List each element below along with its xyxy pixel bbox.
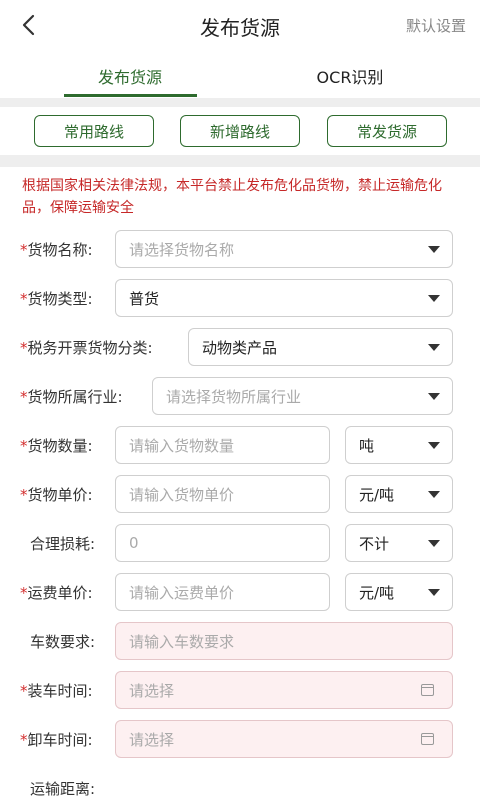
calendar-icon [421,733,434,745]
dropdown-arrow-icon [428,589,440,596]
frequent-cargo-button[interactable]: 常发货源 [327,115,447,147]
cargo-type-select[interactable]: 普货 [115,279,453,317]
load-time-picker[interactable]: 请选择 [115,671,453,709]
loss-unit-select[interactable]: 不计 [345,524,453,562]
add-route-button[interactable]: 新增路线 [180,115,300,147]
load-time-label: *装车时间: [20,682,93,700]
truck-count-label: 车数要求: [30,633,96,651]
loss-input[interactable]: 0 [115,524,330,562]
warning-text: 根据国家相关法律法规，本平台禁止发布危化品货物，禁止运输危化品，保障运输安全 [22,178,442,216]
tax-class-label: *税务开票货物分类: [20,339,153,357]
cargo-name-select[interactable]: 请选择货物名称 [115,230,453,268]
dropdown-arrow-icon [428,344,440,351]
tab-bar: 发布货源 OCR识别 [0,52,480,98]
quantity-label: *货物数量: [20,437,93,455]
unload-time-label: *卸车时间: [20,731,93,749]
dropdown-arrow-icon [428,491,440,498]
freight-price-unit-select[interactable]: 元/吨 [345,573,453,611]
tab-ocr[interactable]: OCR识别 [240,64,460,88]
dropdown-arrow-icon [428,295,440,302]
unit-price-unit-select[interactable]: 元/吨 [345,475,453,513]
cargo-type-label: *货物类型: [20,290,93,308]
unload-time-picker[interactable]: 请选择 [115,720,453,758]
active-tab-indicator [64,94,197,97]
freight-price-label: *运费单价: [20,584,93,602]
divider [0,98,480,107]
unit-price-input[interactable]: 请输入货物单价 [115,475,330,513]
cargo-name-label: *货物名称: [20,241,93,259]
loss-label: 合理损耗: [30,535,96,553]
dropdown-arrow-icon [428,393,440,400]
freight-price-input[interactable]: 请输入运费单价 [115,573,330,611]
quantity-unit-select[interactable]: 吨 [345,426,453,464]
industry-select[interactable]: 请选择货物所属行业 [152,377,453,415]
tab-publish-cargo[interactable]: 发布货源 [0,64,260,88]
tax-class-select[interactable]: 动物类产品 [188,328,453,366]
distance-label: 运输距离: [30,780,96,798]
app-header: 发布货源 默认设置 [0,0,480,52]
quantity-input[interactable]: 请输入货物数量 [115,426,330,464]
unit-price-label: *货物单价: [20,486,93,504]
dropdown-arrow-icon [428,442,440,449]
default-settings-button[interactable]: 默认设置 [406,15,466,36]
common-routes-button[interactable]: 常用路线 [34,115,154,147]
calendar-icon [421,684,434,696]
route-buttons: 常用路线 新增路线 常发货源 [0,107,480,155]
dropdown-arrow-icon [428,540,440,547]
dropdown-arrow-icon [428,246,440,253]
truck-count-input[interactable]: 请输入车数要求 [115,622,453,660]
industry-label: *货物所属行业: [20,388,123,406]
divider [0,155,480,167]
